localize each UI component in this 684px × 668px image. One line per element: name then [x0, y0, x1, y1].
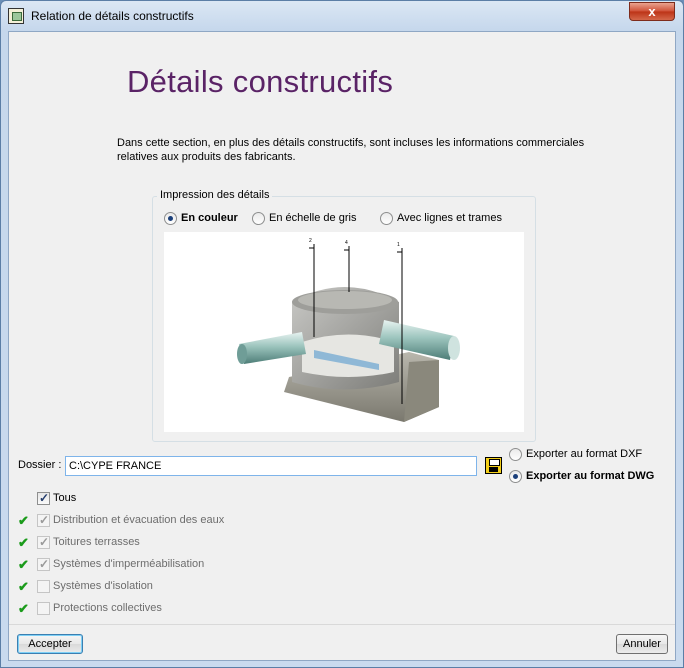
dialog-window: Relation de détails constructifs x Détai… — [0, 0, 684, 668]
category-label: Protections collectives — [53, 602, 162, 614]
category-checkbox[interactable] — [37, 535, 50, 549]
radio-export-dwg-indicator[interactable] — [509, 469, 522, 483]
category-checkbox[interactable] — [37, 513, 50, 527]
category-item[interactable]: Protections collectives — [37, 600, 162, 616]
category-item[interactable]: Systèmes d'isolation — [37, 578, 153, 594]
radio-grayscale[interactable]: En échelle de gris — [252, 210, 356, 226]
callout-2: 2 — [309, 238, 312, 244]
folder-label: Dossier : — [18, 459, 62, 471]
callout-4: 4 — [345, 240, 348, 246]
page-title: Détails constructifs — [127, 64, 394, 99]
radio-color[interactable]: En couleur — [164, 210, 238, 226]
radio-lines-patterns[interactable]: Avec lignes et trames — [380, 210, 502, 226]
accept-button[interactable]: Accepter — [17, 634, 83, 654]
checkbox-all-box[interactable] — [37, 491, 50, 505]
radio-grayscale-label: En échelle de gris — [269, 212, 357, 224]
category-checkbox[interactable] — [37, 579, 50, 593]
checkmark-icon: ✔ — [18, 601, 29, 616]
category-item[interactable]: Distribution et évacuation des eaux — [37, 512, 224, 528]
checkmark-icon: ✔ — [18, 579, 29, 594]
category-item[interactable]: Toitures terrasses — [37, 534, 140, 550]
category-label: Distribution et évacuation des eaux — [53, 514, 225, 526]
title-bar[interactable]: Relation de détails constructifs x — [1, 1, 683, 31]
checkbox-all-label: Tous — [53, 492, 77, 504]
window-title: Relation de détails constructifs — [31, 9, 194, 23]
radio-export-dwg[interactable]: Exporter au format DWG — [509, 468, 654, 484]
footer-divider — [9, 624, 675, 625]
detail-preview-image: 2 4 1 — [164, 232, 524, 432]
cancel-button[interactable]: Annuler — [616, 634, 668, 654]
category-label: Systèmes d'isolation — [53, 580, 153, 592]
print-options-legend: Impression des détails — [157, 189, 273, 201]
radio-export-dxf-label: Exporter au format DXF — [526, 448, 643, 460]
folder-path-input[interactable] — [65, 456, 477, 476]
callout-1: 1 — [397, 242, 400, 248]
radio-export-dwg-label: Exporter au format DWG — [526, 470, 655, 482]
radio-grayscale-indicator[interactable] — [252, 211, 265, 225]
app-icon — [8, 8, 24, 24]
checkbox-all[interactable]: Tous — [37, 490, 76, 506]
radio-color-indicator[interactable] — [164, 211, 177, 225]
radio-export-dxf[interactable]: Exporter au format DXF — [509, 446, 642, 462]
category-item[interactable]: Systèmes d'imperméabilisation — [37, 556, 204, 572]
construction-detail-illustration: 2 4 1 — [237, 238, 460, 422]
category-checkbox[interactable] — [37, 557, 50, 571]
checkmark-icon: ✔ — [18, 513, 29, 528]
category-label: Systèmes d'imperméabilisation — [53, 558, 205, 570]
radio-export-dxf-indicator[interactable] — [509, 447, 522, 461]
checkmark-icon: ✔ — [18, 535, 29, 550]
intro-text: Dans cette section, en plus des détails … — [117, 137, 585, 163]
radio-lines-patterns-label: Avec lignes et trames — [397, 212, 502, 224]
radio-lines-patterns-indicator[interactable] — [380, 211, 393, 225]
category-label: Toitures terrasses — [53, 536, 140, 548]
close-button[interactable]: x — [629, 2, 675, 21]
radio-color-label: En couleur — [181, 212, 238, 224]
checkmark-icon: ✔ — [18, 557, 29, 572]
save-floppy-icon[interactable] — [485, 457, 502, 474]
dialog-body: Détails constructifs Dans cette section,… — [8, 31, 676, 661]
category-checkbox[interactable] — [37, 601, 50, 615]
